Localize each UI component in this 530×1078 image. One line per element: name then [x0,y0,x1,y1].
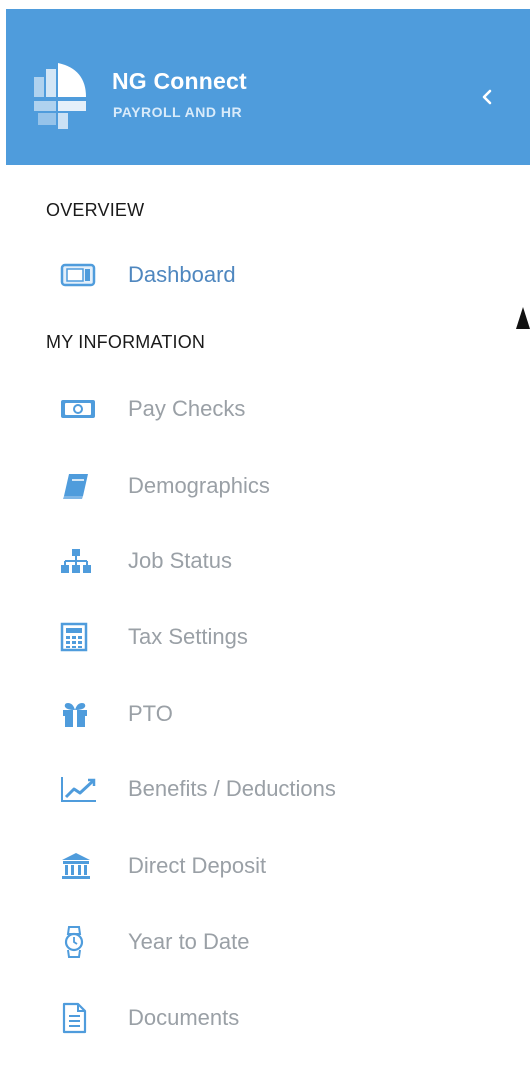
sidebar-item-demographics[interactable]: Demographics [60,461,460,511]
sidebar-item-label: Documents [128,1005,240,1030]
book-icon [60,471,100,501]
chevron-left-icon [482,89,492,105]
app-title: NG Connect [112,68,247,94]
sidebar-item-label: Demographics [128,473,270,498]
document-icon [60,1002,100,1034]
section-my-information: MY INFORMATION [46,332,206,352]
collapse-sidebar-button[interactable] [474,80,500,114]
money-icon [60,394,100,424]
sidebar-item-dashboard[interactable]: Dashboard [60,250,460,300]
sidebar-item-pay-checks[interactable]: Pay Checks [60,384,460,434]
app-subtitle: PAYROLL AND HR [113,104,243,120]
sidebar-item-label: Year to Date [128,929,250,954]
bank-icon [60,851,100,881]
sidebar-item-label: Tax Settings [128,624,248,649]
sidebar-item-label: Direct Deposit [128,853,267,878]
sidebar-item-label: Dashboard [128,262,236,287]
ng-connect-logo [34,63,86,129]
sidebar-item-year-to-date[interactable]: Year to Date [60,917,460,967]
dashboard-icon [60,260,100,290]
sidebar-item-label: Benefits / Deductions [128,776,336,801]
sidebar-item-pto[interactable]: PTO [60,689,460,739]
sidebar-item-tax-settings[interactable]: Tax Settings [60,612,460,662]
sidebar-item-label: Pay Checks [128,396,246,421]
gift-icon [60,699,100,729]
section-overview: OVERVIEW [46,200,145,220]
sidebar-item-direct-deposit[interactable]: Direct Deposit [60,841,460,891]
sidebar-item-benefits-deductions[interactable]: Benefits / Deductions [60,764,460,814]
sidebar-item-documents[interactable]: Documents [60,993,460,1043]
org-chart-icon [60,546,100,576]
sidebar-item-job-status[interactable]: Job Status [60,536,460,586]
arrow-up-icon [516,307,530,329]
sidebar-item-label: PTO [128,701,173,726]
watch-icon [60,926,100,958]
sidebar-header: NG Connect PAYROLL AND HR [6,9,530,165]
calculator-icon [60,622,100,652]
line-chart-icon [60,774,100,804]
sidebar-item-label: Job Status [128,548,232,573]
